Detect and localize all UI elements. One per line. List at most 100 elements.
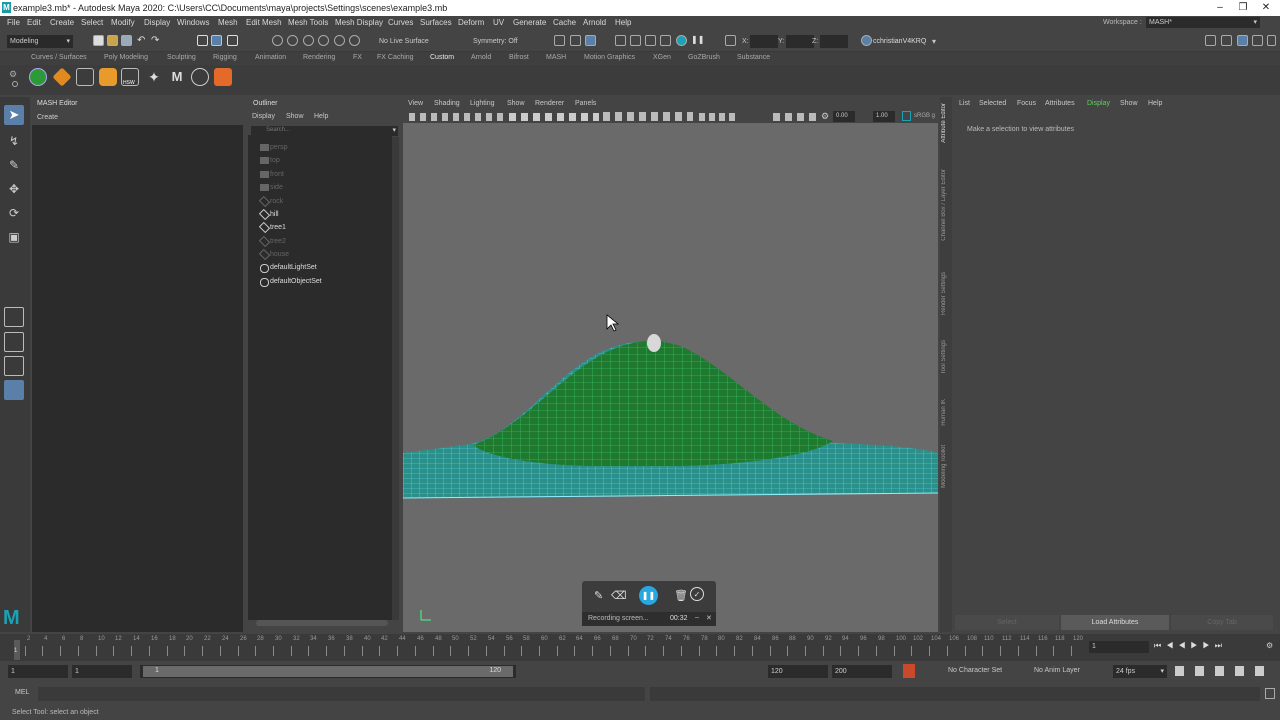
end-time-field[interactable]: 200	[832, 665, 892, 678]
copy-tab-button[interactable]: Copy Tab	[1171, 615, 1273, 630]
history-icon[interactable]	[554, 35, 565, 46]
eraser-icon[interactable]: ⌫	[611, 589, 627, 602]
attr-menu-display[interactable]: Display	[1087, 100, 1110, 107]
mash-m-icon[interactable]: M	[168, 68, 186, 86]
shelf-tab-bifrost[interactable]: Bifrost	[509, 54, 529, 61]
gamma-field[interactable]: 1.00	[873, 111, 895, 122]
shelf-tab-poly-modeling[interactable]: Poly Modeling	[104, 54, 148, 61]
outliner-horizontal-scrollbar[interactable]	[256, 620, 388, 626]
user-name[interactable]: cchristianV4KRQ	[873, 38, 926, 45]
shelf-tab-substance[interactable]: Substance	[737, 54, 770, 61]
x-field[interactable]	[750, 35, 778, 48]
scale-tool-icon[interactable]: ▣	[4, 227, 24, 247]
attr-menu-help[interactable]: Help	[1148, 100, 1162, 107]
exposure-field[interactable]: 0.00	[833, 111, 855, 122]
render-settings-icon[interactable]	[645, 35, 656, 46]
close-icon[interactable]: ✕	[1256, 2, 1276, 13]
snap-grid-icon[interactable]	[272, 35, 283, 46]
outliner-item-house[interactable]: house	[258, 248, 289, 261]
minimize-icon[interactable]: –	[695, 614, 699, 621]
chevron-down-icon[interactable]: ▾	[932, 37, 936, 46]
outliner-menu-help[interactable]: Help	[314, 113, 328, 120]
check-done-icon[interactable]: ✓	[690, 587, 704, 601]
select-tool-icon[interactable]: ➤	[4, 105, 24, 125]
pause-recording-button[interactable]: ❚❚	[639, 586, 658, 605]
shelf-tab-xgen[interactable]: XGen	[653, 54, 671, 61]
viewport-menu-renderer[interactable]: Renderer	[535, 100, 564, 107]
character-set-label[interactable]: No Character Set	[948, 667, 1002, 674]
start-time-field[interactable]: 1	[8, 665, 68, 678]
snap-pivot-icon[interactable]	[349, 35, 360, 46]
menu-arnold[interactable]: Arnold	[583, 18, 606, 27]
menu-display[interactable]: Display	[144, 18, 170, 27]
gear-icon[interactable]: ⚙	[821, 112, 830, 121]
shelf-tab-animation[interactable]: Animation	[255, 54, 286, 61]
grid-icon[interactable]	[76, 68, 94, 86]
outliner-item-tree2[interactable]: tree2	[258, 235, 286, 248]
open-scene-icon[interactable]	[107, 35, 118, 46]
z-field[interactable]	[820, 35, 848, 48]
mash-network-icon[interactable]	[29, 68, 47, 86]
lasso-tool-icon[interactable]: ↯	[4, 131, 24, 151]
menu-file[interactable]: File	[7, 18, 20, 27]
viewport-menu-show[interactable]: Show	[507, 100, 525, 107]
snap-surface-icon[interactable]	[334, 35, 345, 46]
render-view-icon[interactable]	[615, 35, 626, 46]
outliner-item-persp[interactable]: persp	[260, 144, 288, 151]
tab-render-settings[interactable]: Render Settings	[941, 272, 951, 315]
shelf-tab-custom[interactable]: Custom	[430, 54, 454, 61]
timeline-settings-icon[interactable]: ⚙	[1266, 641, 1276, 653]
ipr-render-icon[interactable]	[630, 35, 641, 46]
load-attributes-button[interactable]: Load Attributes	[1061, 615, 1169, 630]
color-management-icon[interactable]	[902, 111, 911, 121]
shelf-tab-curves-surfaces[interactable]: Curves / Surfaces	[31, 54, 87, 61]
color-grid-icon[interactable]	[214, 68, 232, 86]
fps-dropdown[interactable]: 24 fps ▾	[1113, 665, 1167, 678]
colorspace-label[interactable]: sRGB g	[914, 113, 935, 119]
shading-modes-icon[interactable]	[603, 112, 693, 121]
playback-end-field[interactable]: 120	[768, 665, 828, 678]
menu-surfaces[interactable]: Surfaces	[420, 18, 452, 27]
playback-options-icons[interactable]	[1175, 666, 1275, 676]
menu-modify[interactable]: Modify	[111, 18, 135, 27]
playback-start-field[interactable]: 1	[72, 665, 132, 678]
shelf-menu-icon[interactable]	[12, 81, 18, 87]
cube-icon[interactable]	[99, 68, 117, 86]
snap-point-icon[interactable]	[303, 35, 314, 46]
menu-deform[interactable]: Deform	[458, 18, 484, 27]
select-hierarchy-icon[interactable]	[197, 35, 208, 46]
delete-icon[interactable]: 🗑	[674, 589, 688, 602]
move-tool-icon[interactable]: ✥	[4, 179, 24, 199]
shelf-tab-gozbrush[interactable]: GoZBrush	[688, 54, 720, 61]
menu-generate[interactable]: Generate	[513, 18, 546, 27]
menu-create[interactable]: Create	[50, 18, 74, 27]
anim-layer-label[interactable]: No Anim Layer	[1034, 667, 1080, 674]
four-view-icon[interactable]	[4, 332, 24, 352]
outliner-layout-icon[interactable]	[4, 380, 24, 400]
render-current-icon[interactable]	[585, 35, 596, 46]
shelf-tab-rendering[interactable]: Rendering	[303, 54, 335, 61]
outliner-menu-show[interactable]: Show	[286, 113, 304, 120]
select-component-icon[interactable]	[227, 35, 238, 46]
character-controls-icon[interactable]	[1221, 35, 1232, 46]
construction-history-icon[interactable]	[570, 35, 581, 46]
shelf-tab-mash[interactable]: MASH	[546, 54, 566, 61]
target-icon[interactable]	[191, 68, 209, 86]
current-time-marker[interactable]: 1	[14, 640, 20, 660]
menu-edit[interactable]: Edit	[27, 18, 41, 27]
outliner-item-front[interactable]: front	[260, 171, 284, 178]
two-view-icon[interactable]	[4, 356, 24, 376]
menu-edit-mesh[interactable]: Edit Mesh	[246, 18, 282, 27]
shelf-tab-sculpting[interactable]: Sculpting	[167, 54, 196, 61]
menu-uv[interactable]: UV	[493, 18, 504, 27]
menu-set-dropdown[interactable]: Modeling ▾	[7, 35, 73, 48]
outliner-item-defaultobjectset[interactable]: defaultObjectSet	[260, 278, 322, 287]
y-field[interactable]	[786, 35, 814, 48]
hsw-icon[interactable]: HSW	[121, 68, 139, 86]
rock-object[interactable]	[647, 334, 661, 352]
camera-tools-icon[interactable]	[409, 113, 505, 121]
menu-help[interactable]: Help	[615, 18, 631, 27]
outliner-item-rock[interactable]: rock	[258, 195, 283, 208]
redo-icon[interactable]: ↷	[151, 35, 162, 46]
menu-mesh[interactable]: Mesh	[218, 18, 238, 27]
